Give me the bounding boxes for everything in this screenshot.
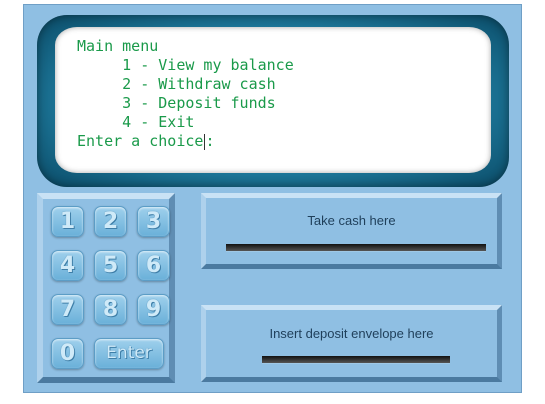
key-5[interactable]: 5 [94,250,127,281]
cash-dispenser-label: Take cash here [307,213,396,228]
key-7[interactable]: 7 [51,294,84,325]
enter-key[interactable]: Enter [94,338,164,369]
key-2[interactable]: 2 [94,206,127,237]
key-3[interactable]: 3 [137,206,170,237]
atm-screen: Main menu 1 - View my balance 2 - Withdr… [55,27,491,173]
menu-option-balance: 1 - View my balance [77,56,294,74]
menu-option-deposit: 3 - Deposit funds [77,94,276,112]
keypad: 1 2 3 4 5 6 7 8 9 0 Enter [37,193,175,383]
deposit-slot[interactable] [262,356,450,364]
key-1[interactable]: 1 [51,206,84,237]
menu-option-withdraw: 2 - Withdraw cash [77,75,276,93]
key-8[interactable]: 8 [94,294,127,325]
atm-body: Main menu 1 - View my balance 2 - Withdr… [23,4,522,393]
key-6[interactable]: 6 [137,250,170,281]
choice-prompt-text: Enter a choice [77,132,204,150]
deposit-slot-label: Insert deposit envelope here [269,326,434,341]
key-9[interactable]: 9 [137,294,170,325]
deposit-envelope-panel: Insert deposit envelope here [201,305,502,382]
screen-bezel: Main menu 1 - View my balance 2 - Withdr… [37,15,509,187]
key-4[interactable]: 4 [51,250,84,281]
terminal-text: Main menu 1 - View my balance 2 - Withdr… [77,37,294,151]
menu-option-exit: 4 - Exit [77,113,195,131]
key-0[interactable]: 0 [51,338,84,369]
cash-dispenser: Take cash here [201,193,502,269]
choice-prompt: Enter a choice: [77,132,294,151]
choice-prompt-colon: : [205,132,215,150]
menu-title: Main menu [77,37,159,55]
cash-slot[interactable] [226,244,486,252]
